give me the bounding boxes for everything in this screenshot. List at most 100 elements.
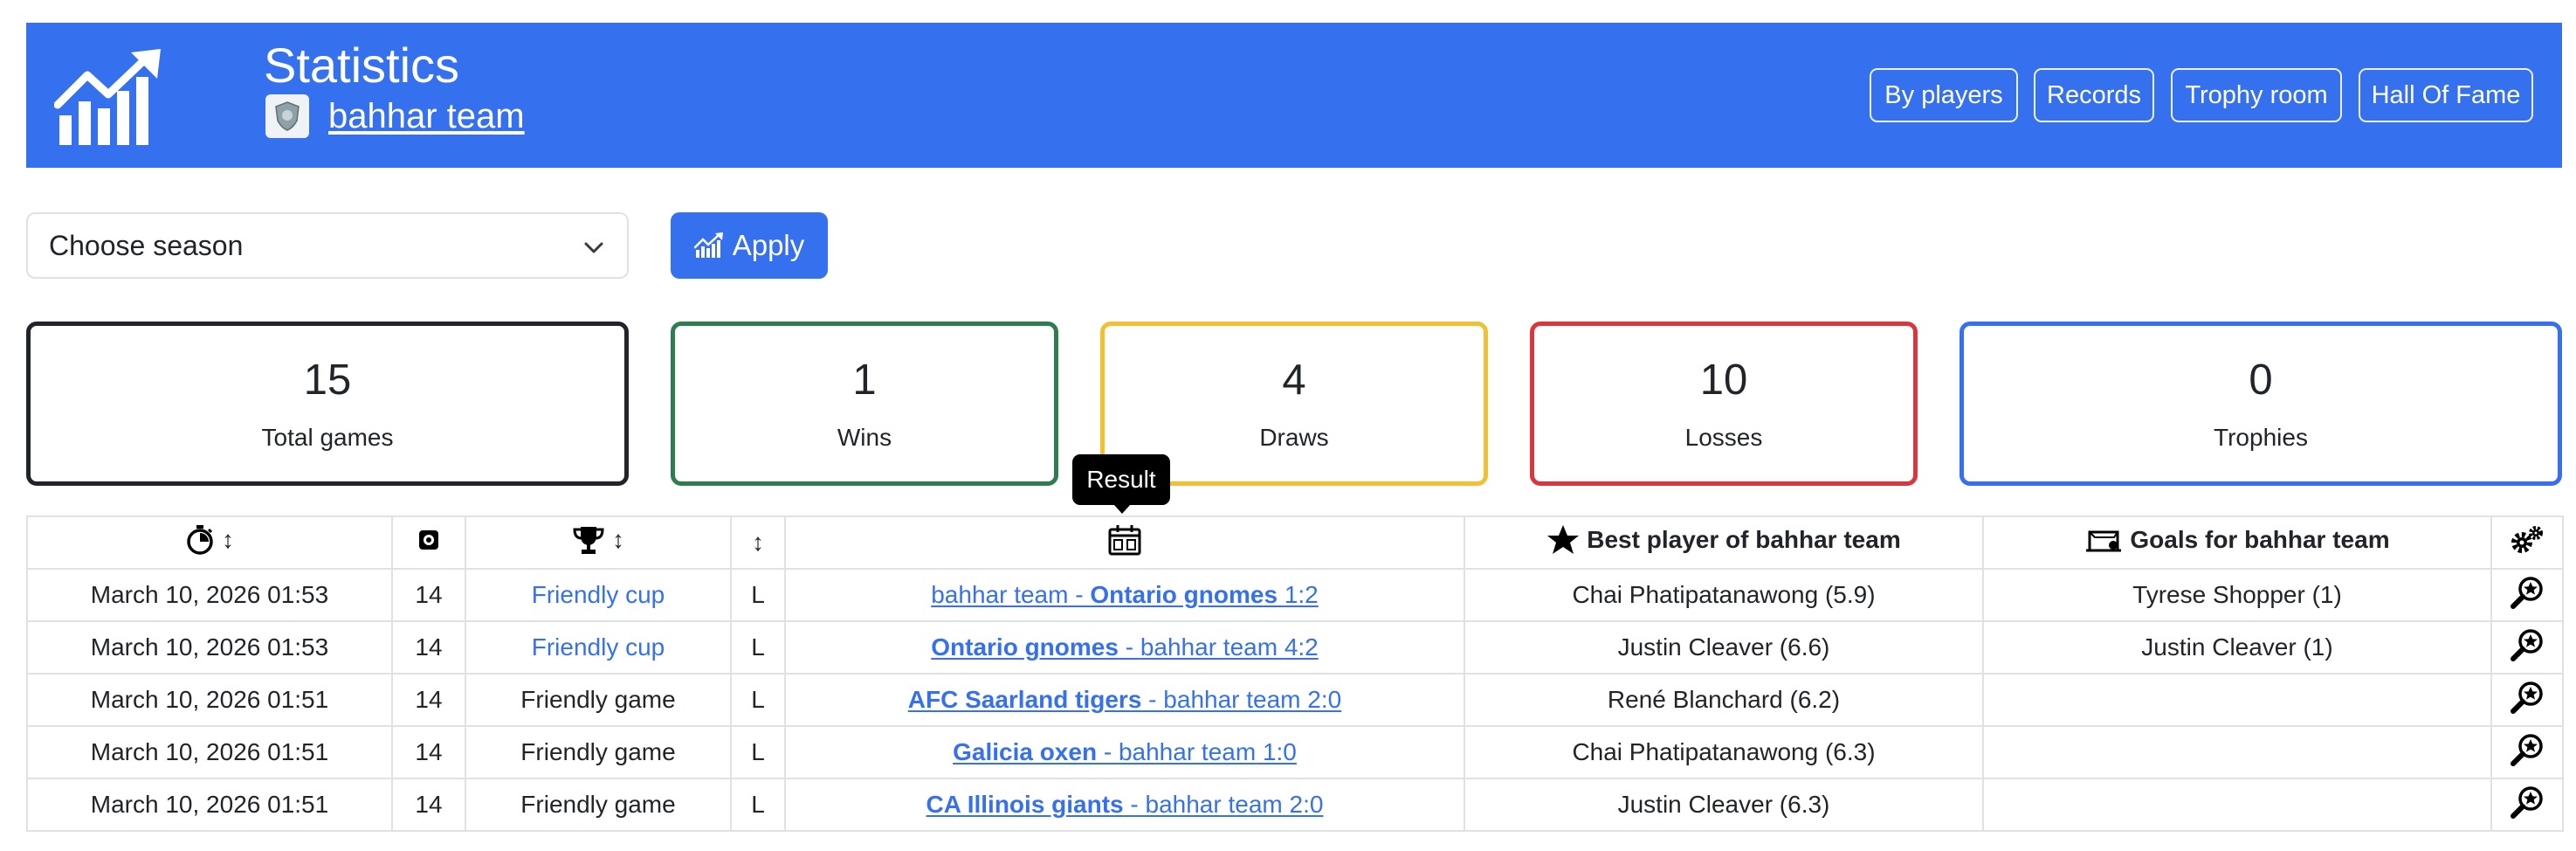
date-column-header[interactable]: ↕ [26, 515, 393, 570]
away-team: Ontario gnomes [1090, 581, 1278, 608]
season-cell: 14 [391, 568, 466, 622]
losses-label: Losses [1684, 424, 1763, 451]
home-team: Ontario gnomes [931, 633, 1119, 661]
details-cell[interactable] [2490, 725, 2564, 779]
draws-label: Draws [1259, 424, 1329, 451]
stopwatch-icon [187, 524, 213, 555]
result-cell: L [730, 673, 786, 727]
best-player-cell: Chai Phatipatanawong (5.9) [1464, 568, 1984, 622]
season-cell: 14 [391, 778, 466, 832]
season-cell: 14 [391, 620, 466, 675]
total-games-card: 15 Total games [26, 322, 629, 486]
match-link[interactable]: Galicia oxen - bahhar team 1:0 [953, 738, 1297, 765]
match-space [1256, 738, 1263, 765]
match-score: 2:0 [1307, 686, 1342, 713]
chevron-down-icon [584, 242, 603, 253]
match-score: 4:2 [1284, 633, 1319, 661]
competition-cell: Friendly game [465, 673, 732, 727]
apply-button[interactable]: Apply [671, 212, 828, 279]
records-button[interactable]: Records [2034, 68, 2154, 122]
page-title: Statistics [264, 38, 460, 93]
losses-card: 10 Losses [1530, 322, 1918, 486]
trophy-icon [573, 526, 604, 554]
scoreboard-icon [1108, 524, 1141, 555]
trophies-label: Trophies [2214, 424, 2308, 451]
competition-cell[interactable]: Friendly cup [465, 620, 732, 675]
match-score: 2:0 [1289, 791, 1324, 818]
match-cell[interactable]: AFC Saarland tigers - bahhar team 2:0 [784, 673, 1465, 727]
home-team: bahhar team [931, 581, 1069, 608]
star-icon [1547, 524, 1580, 554]
games-table: ↕ ↕ ↕ Best player of bahhar team Goals f… [26, 515, 2564, 832]
match-details-icon[interactable] [2510, 732, 2545, 773]
team-link[interactable]: bahhar team [328, 97, 525, 136]
goals-cell [1982, 778, 2492, 832]
season-cell: 14 [391, 725, 466, 779]
team-row: bahhar team [265, 93, 525, 140]
match-score: 1:0 [1262, 738, 1297, 765]
best-player-cell: René Blanchard (6.2) [1464, 673, 1984, 727]
details-cell[interactable] [2490, 778, 2564, 832]
competition-cell: Friendly game [465, 778, 732, 832]
table-row: March 10, 2026 01:53 14 Friendly cup L Ontar… [26, 620, 2564, 675]
match-separator: - [1123, 791, 1146, 818]
match-details-icon[interactable] [2510, 680, 2545, 721]
details-cell[interactable] [2490, 673, 2564, 727]
match-cell[interactable]: Ontario gnomes - bahhar team 4:2 [784, 620, 1465, 675]
details-cell[interactable] [2490, 620, 2564, 675]
away-team: bahhar team [1118, 738, 1257, 765]
table-header-row: ↕ ↕ ↕ Best player of bahhar team Goals f… [26, 515, 2564, 570]
season-select[interactable]: Choose season [26, 212, 629, 279]
competition-column-header[interactable]: ↕ [465, 515, 732, 570]
match-cell[interactable]: CA Illinois giants - bahhar team 2:0 [784, 778, 1465, 832]
home-team: AFC Saarland tigers [907, 686, 1142, 713]
table-row: March 10, 2026 01:51 14 Friendly game L CA I… [26, 778, 2564, 832]
match-cell[interactable]: bahhar team - Ontario gnomes 1:2 [784, 568, 1465, 622]
date-cell: March 10, 2026 01:51 [26, 778, 393, 832]
sort-icon: ↕ [612, 525, 624, 553]
match-details-icon[interactable] [2510, 627, 2545, 668]
sort-icon: ↕ [222, 525, 234, 553]
competition-label: Friendly game [520, 791, 676, 818]
match-space [1278, 581, 1285, 608]
trophies-value: 0 [2249, 356, 2273, 404]
match-link[interactable]: bahhar team - Ontario gnomes 1:2 [931, 581, 1319, 608]
match-space [1278, 633, 1285, 661]
result-tooltip: Result [1072, 454, 1170, 505]
trophy-room-button[interactable]: Trophy room [2171, 68, 2342, 122]
competition-label[interactable]: Friendly cup [532, 581, 665, 608]
wins-card: 1 Wins [671, 322, 1058, 486]
gears-icon [2511, 525, 2543, 553]
match-column-header [784, 515, 1465, 570]
match-link[interactable]: AFC Saarland tigers - bahhar team 2:0 [908, 686, 1341, 713]
match-cell[interactable]: Galicia oxen - bahhar team 1:0 [784, 725, 1465, 779]
goals-cell: Tyrese Shopper (1) [1982, 568, 2492, 622]
match-space [1283, 791, 1290, 818]
best-player-header-label: Best player of bahhar team [1587, 525, 1901, 553]
match-details-icon[interactable] [2510, 785, 2545, 826]
result-column-header[interactable]: ↕ [730, 515, 786, 570]
hall-of-fame-button[interactable]: Hall Of Fame [2359, 68, 2533, 122]
match-details-icon[interactable] [2510, 575, 2545, 616]
goals-cell [1982, 725, 2492, 779]
away-team: bahhar team [1163, 686, 1301, 713]
table-row: March 10, 2026 01:51 14 Friendly game L AFC … [26, 673, 2564, 727]
match-link[interactable]: Ontario gnomes - bahhar team 4:2 [931, 633, 1319, 661]
wins-value: 1 [852, 356, 877, 404]
season-column-header [391, 515, 466, 570]
table-row: March 10, 2026 01:53 14 Friendly cup Lbahha… [26, 568, 2564, 622]
table-row: March 10, 2026 01:51 14 Friendly game L Gali… [26, 725, 2564, 779]
best-player-cell: Chai Phatipatanawong (6.3) [1464, 725, 1984, 779]
season-select-value: Choose season [49, 229, 244, 261]
page-header: Statistics bahhar team By players Record… [26, 23, 2562, 168]
competition-label[interactable]: Friendly cup [532, 633, 665, 661]
tooltip-arrow [1114, 505, 1130, 514]
competition-cell[interactable]: Friendly cup [465, 568, 732, 622]
result-cell: L [730, 725, 786, 779]
details-cell[interactable] [2490, 568, 2564, 622]
result-cell: L [730, 620, 786, 675]
by-players-button[interactable]: By players [1870, 68, 2018, 122]
season-icon [419, 529, 438, 550]
match-link[interactable]: CA Illinois giants - bahhar team 2:0 [926, 791, 1324, 818]
team-shield-icon [265, 94, 309, 138]
